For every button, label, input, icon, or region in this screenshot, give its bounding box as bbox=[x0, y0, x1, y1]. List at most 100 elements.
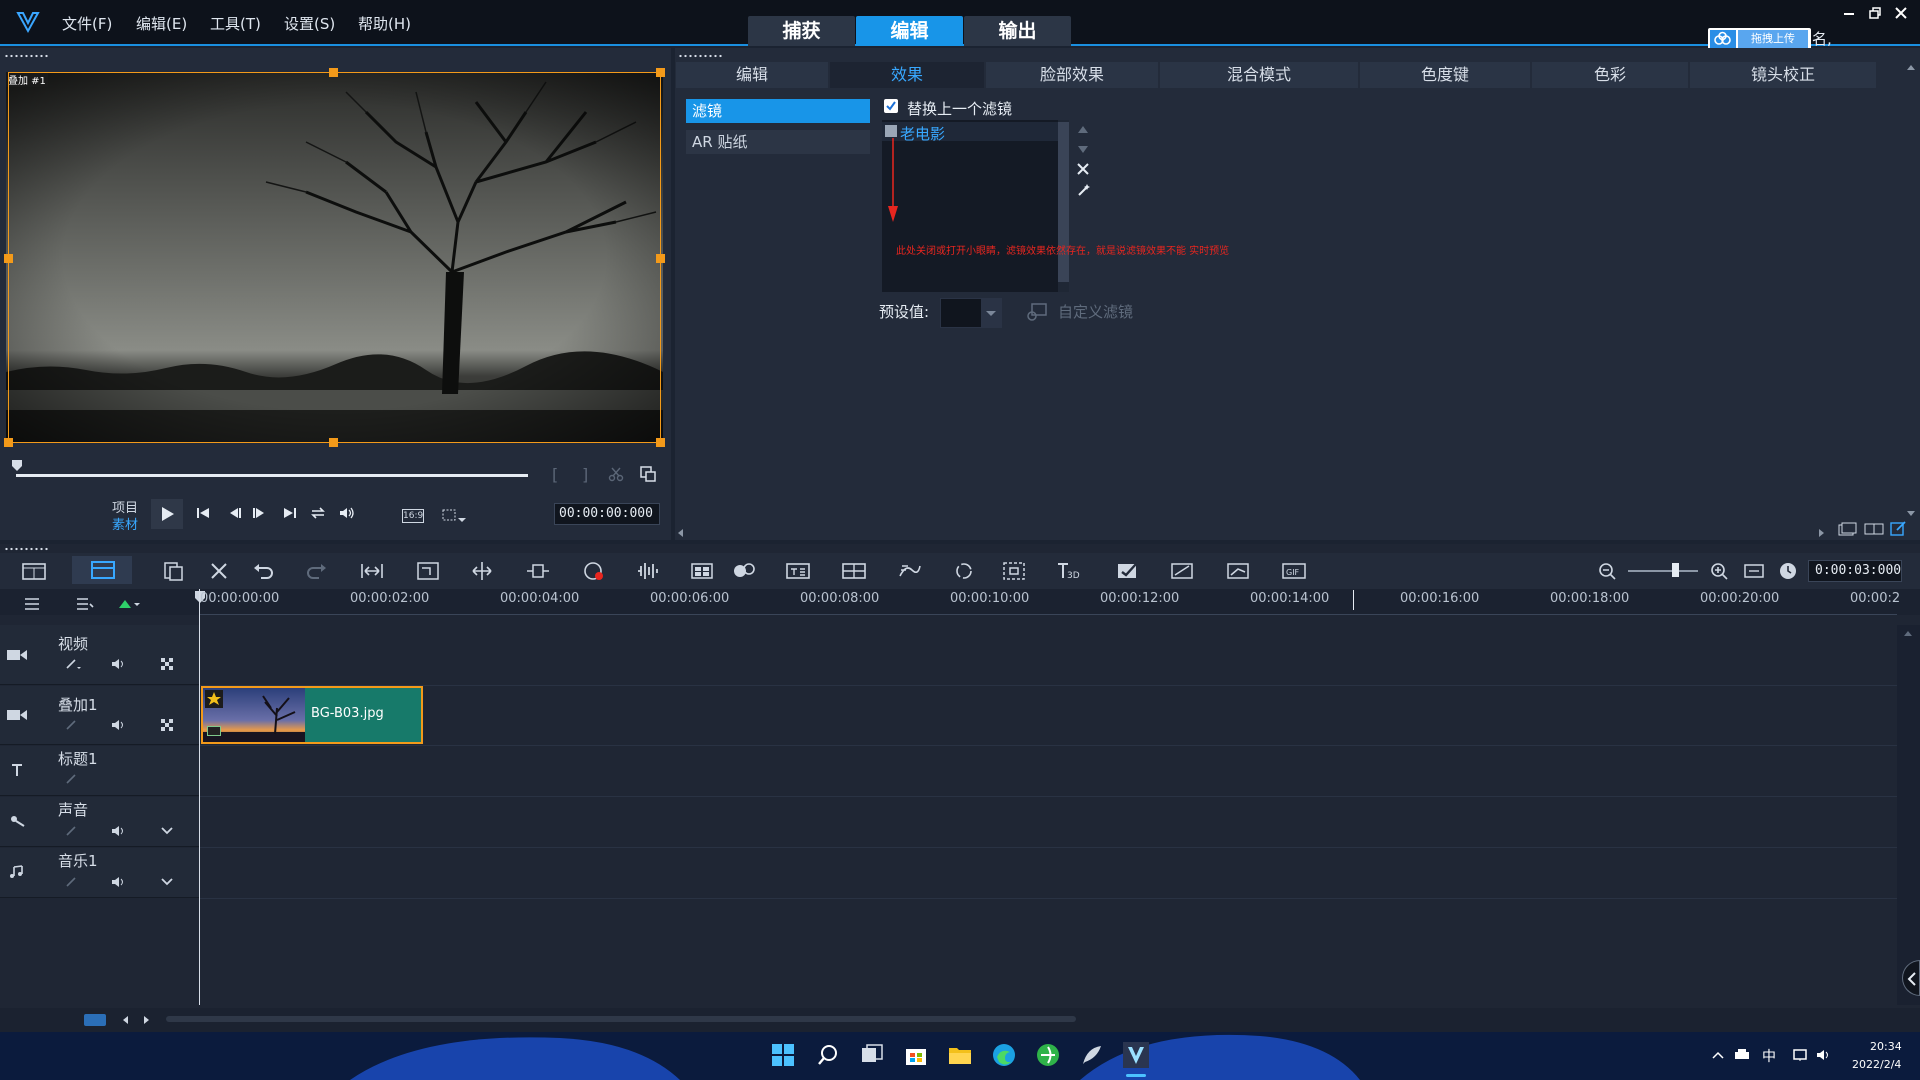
menu-tools[interactable]: 工具(T) bbox=[210, 13, 261, 34]
zoom-slider-thumb[interactable] bbox=[1672, 563, 1679, 577]
selection-frame[interactable] bbox=[8, 72, 661, 443]
mode-clip-label[interactable]: 素材 bbox=[112, 514, 138, 533]
resize-handle[interactable] bbox=[4, 438, 13, 447]
tab-effects[interactable]: 效果 bbox=[830, 62, 984, 88]
task-view-icon[interactable] bbox=[859, 1042, 885, 1068]
repeat-icon[interactable] bbox=[309, 505, 327, 521]
timeline-view-button[interactable] bbox=[72, 556, 132, 584]
time-ruler[interactable] bbox=[200, 589, 1897, 615]
home-icon[interactable] bbox=[195, 505, 211, 521]
wand-icon[interactable] bbox=[1076, 182, 1092, 198]
edit-icon[interactable] bbox=[1890, 520, 1908, 536]
list-scroll-thumb[interactable] bbox=[1058, 122, 1069, 282]
custom-filter-icon[interactable] bbox=[1026, 302, 1048, 322]
track-header-overlay[interactable]: 叠加1 bbox=[0, 686, 200, 745]
track-manager-icon[interactable] bbox=[22, 596, 42, 612]
track-header-title[interactable]: 标题1 bbox=[0, 746, 200, 796]
tab-chroma-key[interactable]: 色度键 bbox=[1360, 62, 1530, 88]
remove-filter-icon[interactable] bbox=[1076, 162, 1090, 176]
windows-start-icon[interactable] bbox=[770, 1042, 796, 1068]
scroll-right-icon[interactable] bbox=[1818, 528, 1826, 538]
tray-chevron-icon[interactable] bbox=[1712, 1050, 1724, 1060]
track-row-title[interactable] bbox=[200, 746, 1897, 797]
track-volume-icon[interactable] bbox=[110, 875, 128, 889]
link-icon[interactable] bbox=[64, 772, 82, 786]
link-icon[interactable] bbox=[64, 875, 82, 889]
resize-handle[interactable] bbox=[329, 68, 338, 77]
store-icon[interactable] bbox=[903, 1042, 929, 1068]
zoom-out-icon[interactable] bbox=[1596, 560, 1620, 582]
layout-icon[interactable] bbox=[1864, 522, 1884, 536]
scroll-right-icon[interactable] bbox=[142, 1014, 152, 1026]
aspect-ratio-button[interactable]: 16:9 bbox=[402, 509, 424, 523]
menu-settings[interactable]: 设置(S) bbox=[284, 13, 335, 34]
browser-icon[interactable] bbox=[1035, 1042, 1061, 1068]
menu-edit[interactable]: 编辑(E) bbox=[136, 13, 187, 34]
video-studio-icon[interactable] bbox=[1123, 1042, 1149, 1068]
feather-app-icon[interactable] bbox=[1079, 1042, 1105, 1068]
copy-attributes-icon[interactable] bbox=[162, 560, 186, 582]
fit-timeline-icon[interactable] bbox=[360, 560, 384, 582]
track-row-video[interactable] bbox=[200, 625, 1897, 686]
minimize-icon[interactable] bbox=[1842, 6, 1856, 20]
resize-handle[interactable] bbox=[4, 254, 13, 263]
mark-in-icon[interactable]: [ bbox=[552, 465, 558, 484]
replace-filter-checkbox[interactable] bbox=[884, 99, 898, 113]
trim-icon[interactable] bbox=[416, 560, 440, 582]
display-mode-icon[interactable] bbox=[442, 508, 466, 524]
split-icon[interactable] bbox=[470, 560, 494, 582]
timeline-clip[interactable]: BG-B03.jpg bbox=[201, 686, 423, 744]
category-filters[interactable]: 滤镜 bbox=[686, 99, 870, 123]
resize-handle[interactable] bbox=[656, 438, 665, 447]
pan-zoom-icon[interactable] bbox=[1002, 560, 1026, 582]
clock-icon[interactable] bbox=[1776, 560, 1800, 582]
network-icon[interactable] bbox=[1792, 1048, 1810, 1062]
zoom-slider[interactable] bbox=[1628, 570, 1698, 572]
link-icon[interactable] bbox=[64, 718, 82, 732]
scroll-up-icon[interactable] bbox=[1906, 62, 1916, 72]
mask-creator-icon[interactable] bbox=[1116, 560, 1140, 582]
expand-icon[interactable] bbox=[160, 825, 174, 837]
tab-edit-options[interactable]: 编辑 bbox=[676, 62, 828, 88]
track-header-music[interactable]: 音乐1 bbox=[0, 848, 200, 898]
redo-icon[interactable] bbox=[304, 560, 328, 582]
tab-face-effects[interactable]: 脸部效果 bbox=[986, 62, 1158, 88]
collapse-panel-icon[interactable] bbox=[1902, 960, 1920, 996]
view-icon[interactable] bbox=[1838, 522, 1858, 536]
tab-lens-correction[interactable]: 镜头校正 bbox=[1690, 62, 1876, 88]
clock-date[interactable]: 2022/2/4 bbox=[1852, 1058, 1901, 1071]
checker-icon[interactable] bbox=[160, 657, 174, 671]
printer-icon[interactable] bbox=[1734, 1048, 1750, 1062]
fit-project-icon[interactable] bbox=[1742, 560, 1766, 582]
chapter-list-icon[interactable] bbox=[74, 596, 94, 612]
subtitle-editor-icon[interactable] bbox=[786, 560, 810, 582]
zoom-in-icon[interactable] bbox=[1708, 560, 1732, 582]
motion-tracking-icon[interactable] bbox=[732, 560, 756, 582]
tab-share[interactable]: 输出 bbox=[964, 16, 1071, 46]
menu-file[interactable]: 文件(F) bbox=[62, 13, 112, 34]
panel-grip[interactable] bbox=[4, 54, 48, 58]
undo-icon[interactable] bbox=[252, 560, 276, 582]
input-method-indicator[interactable]: 中 bbox=[1762, 1046, 1776, 1066]
split-screen-icon[interactable] bbox=[842, 560, 866, 582]
marker-icon[interactable] bbox=[116, 596, 140, 612]
resize-handle[interactable] bbox=[656, 254, 665, 263]
tab-capture[interactable]: 捕获 bbox=[748, 16, 855, 46]
scroll-left-icon[interactable] bbox=[676, 528, 684, 538]
3d-title-icon[interactable]: 3D bbox=[1056, 560, 1080, 582]
resize-handle[interactable] bbox=[329, 438, 338, 447]
tab-edit[interactable]: 编辑 bbox=[856, 16, 963, 46]
scroll-down-icon[interactable] bbox=[1906, 508, 1916, 518]
multi-camera-icon[interactable] bbox=[690, 560, 714, 582]
gif-export-icon[interactable]: GIF bbox=[1282, 560, 1306, 582]
volume-icon[interactable] bbox=[338, 505, 356, 521]
end-icon[interactable] bbox=[282, 505, 298, 521]
storyboard-view-icon[interactable] bbox=[22, 560, 46, 582]
link-icon[interactable] bbox=[64, 657, 82, 671]
speed-ramp-icon[interactable] bbox=[1226, 560, 1250, 582]
timecode-field[interactable]: 00:00:00:000 bbox=[554, 503, 660, 525]
time-remap-icon[interactable] bbox=[1170, 560, 1194, 582]
tools-icon[interactable] bbox=[208, 560, 232, 582]
tab-blend-mode[interactable]: 混合模式 bbox=[1160, 62, 1358, 88]
file-explorer-icon[interactable] bbox=[947, 1042, 973, 1068]
